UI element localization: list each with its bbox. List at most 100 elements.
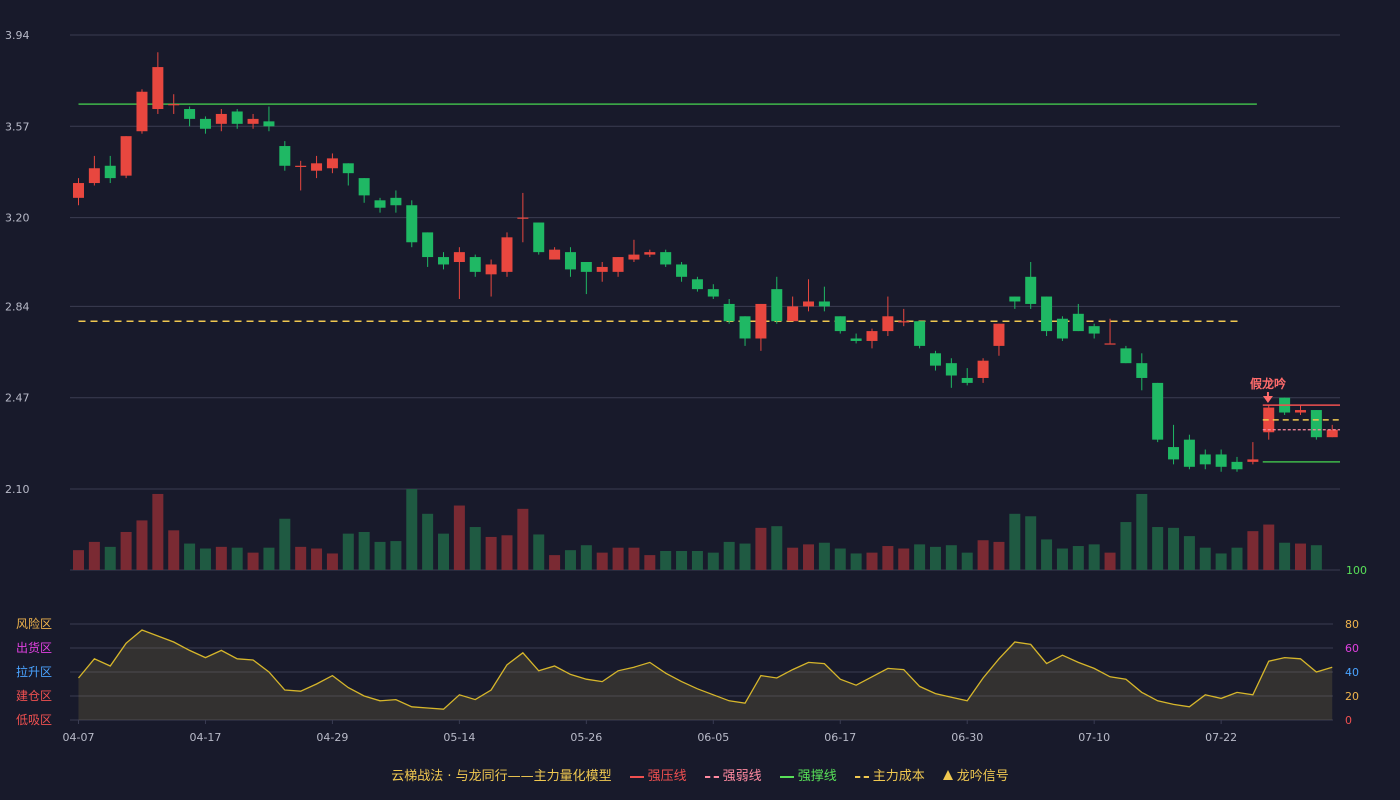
candle-body	[660, 252, 672, 265]
candle-body	[676, 264, 688, 277]
volume-bar	[596, 552, 608, 570]
volume-bar	[1199, 547, 1211, 570]
candle-body	[88, 168, 100, 184]
candle-body	[580, 262, 592, 272]
chart-root: 3.94 3.57 3.20 2.84 2.47 2.10 100 假龙吟 风险区 80 出货区 60…	[0, 0, 1400, 800]
legend-swatch	[704, 775, 719, 778]
volume-bar	[834, 548, 846, 570]
candle-body	[279, 146, 291, 166]
volume-bar	[1168, 527, 1180, 570]
candle-body	[739, 316, 751, 339]
volume-bar	[73, 550, 84, 570]
candle-body	[755, 303, 767, 339]
volume-bar	[866, 552, 878, 570]
volume-bar	[168, 530, 180, 570]
volume-bar	[993, 541, 1005, 570]
candle-body	[993, 323, 1005, 346]
volume-bar	[374, 541, 386, 570]
price-tick-label: 2.10	[5, 483, 30, 496]
candle-body	[564, 252, 576, 270]
volume-bar	[406, 489, 418, 570]
candle-body	[1310, 410, 1322, 438]
candle-body	[1025, 276, 1037, 304]
candle-body	[866, 331, 878, 341]
dragon-signal-label: 假龙吟	[1250, 376, 1286, 391]
candle-body	[1009, 296, 1021, 302]
candle-body	[1136, 363, 1148, 378]
legend-label: 云梯战法 · 与龙同行——主力量化模型	[391, 769, 612, 784]
candle-body	[549, 249, 561, 260]
volume-bar	[898, 548, 910, 570]
candle-body	[311, 163, 323, 171]
volume-bar	[1041, 539, 1053, 570]
volume-bar	[628, 547, 640, 570]
candle-body	[1231, 461, 1243, 470]
volume-bar	[723, 541, 735, 570]
candle-body	[961, 377, 973, 383]
candle-body	[596, 266, 608, 272]
candle-body	[945, 363, 957, 376]
volume-bar	[1088, 544, 1100, 570]
x-tick-label: 04-17	[189, 731, 221, 744]
volume-bar	[453, 505, 465, 570]
oscillator-zone-label: 拉升区	[16, 664, 52, 679]
candle-body	[231, 111, 243, 124]
candle-body	[612, 257, 624, 272]
candle-body	[215, 113, 227, 124]
volume-bar	[263, 547, 275, 570]
oscillator-area	[78, 630, 1333, 720]
legend-item: 强压线	[629, 765, 687, 784]
candle-body	[1152, 382, 1164, 440]
x-tick-label: 07-10	[1078, 731, 1110, 744]
candle-body	[1072, 313, 1084, 332]
candle-body	[136, 91, 148, 132]
candle-body	[390, 197, 402, 206]
candle-body	[1088, 326, 1100, 334]
candle-body	[691, 279, 703, 290]
legend-label: 强弱线	[722, 769, 762, 784]
legend-item: 龙吟信号	[942, 765, 1009, 784]
volume-bar	[1215, 553, 1227, 570]
price-tick-label: 3.20	[5, 212, 30, 225]
volume-bar	[311, 548, 323, 570]
volume-bar	[1025, 516, 1037, 570]
volume-bar	[1279, 542, 1291, 570]
candle-body	[199, 118, 211, 129]
legend-label: 龙吟信号	[956, 769, 1009, 784]
volume-bar	[1136, 493, 1148, 570]
volume-bar	[358, 531, 370, 570]
oscillator-tick-label: 20	[1345, 690, 1359, 703]
volume-bar	[469, 527, 481, 570]
x-tick-label: 06-30	[951, 731, 983, 744]
candle-body	[263, 121, 275, 127]
legend-label: 主力成本	[872, 769, 925, 784]
volume-bar	[612, 547, 624, 570]
x-tick-label: 06-17	[824, 731, 856, 744]
volume-bar	[914, 544, 926, 570]
x-tick-label: 04-29	[316, 731, 348, 744]
volume-bar	[247, 552, 259, 570]
volume-bar	[501, 535, 513, 570]
candle-body	[1041, 296, 1053, 332]
volume-bar	[771, 526, 783, 570]
volume-bar	[1310, 545, 1322, 570]
volume-bar	[279, 518, 291, 570]
volume-bar	[882, 546, 894, 570]
volume-bar	[660, 550, 672, 570]
candle-body	[850, 338, 862, 341]
candle-body	[1104, 343, 1116, 345]
price-tick-label: 3.57	[5, 120, 30, 133]
candle-body	[168, 104, 180, 106]
volume-bar	[1072, 546, 1084, 570]
volume-bar	[184, 543, 196, 570]
volume-bar	[977, 540, 989, 570]
candle-body	[358, 178, 370, 196]
candle-body	[723, 303, 735, 322]
volume-bar	[755, 527, 767, 570]
candle-body	[184, 109, 196, 119]
volume-bar	[215, 546, 227, 570]
volume-bar	[818, 542, 830, 570]
volume-bar	[1120, 522, 1132, 570]
volume-bar	[1294, 543, 1306, 570]
candle-body	[929, 353, 941, 366]
